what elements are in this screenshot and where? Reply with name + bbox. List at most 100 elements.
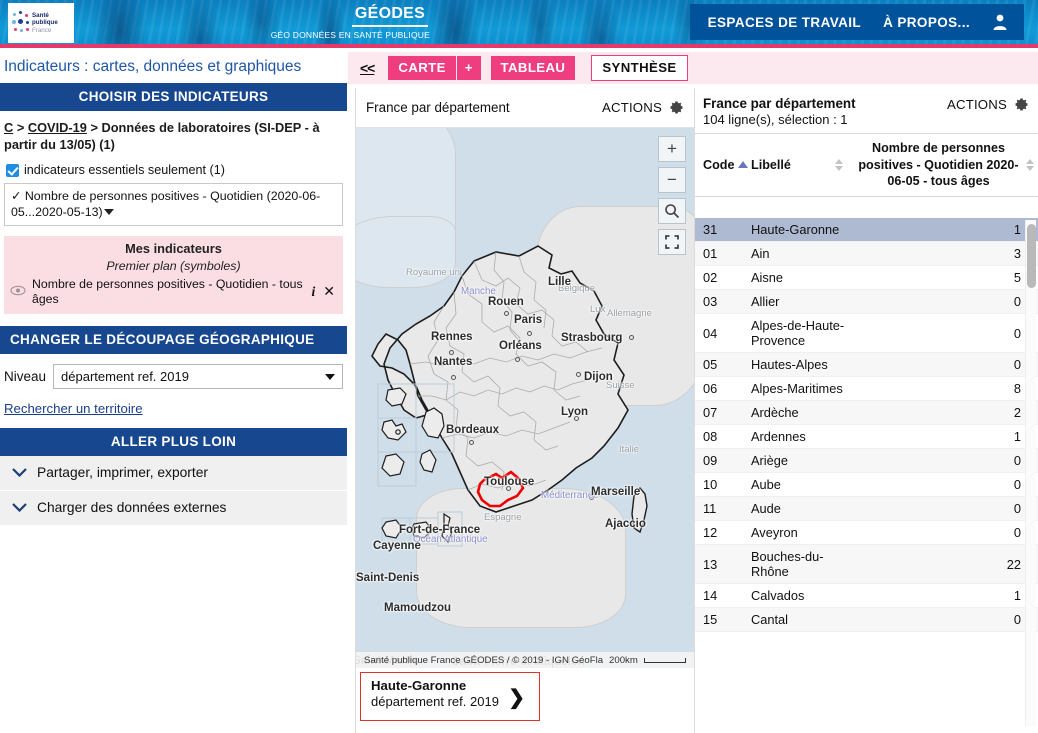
accordion-partager[interactable]: Partager, imprimer, exporter <box>0 456 347 491</box>
eye-icon[interactable] <box>10 283 26 301</box>
tab-group-carte: CARTE + <box>388 56 481 80</box>
table-row[interactable]: 13 Bouches-du-Rhône 22 <box>695 545 1038 584</box>
mes-indicateurs-item[interactable]: Nombre de personnes positives - Quotidie… <box>10 277 337 306</box>
table-body[interactable]: 31 Haute-Garonne 1 01 Ain 3 02 Aisne 5 03 Allier 0 0… <box>695 218 1038 733</box>
map-canvas[interactable]: Royaume uni Manche Belgique Lux Allemagne Sui… <box>356 127 694 668</box>
cell-libelle: Alpes-Maritimes <box>751 381 843 396</box>
overseas-territory-insets[interactable] <box>356 378 476 668</box>
column-header-libelle[interactable]: Libellé <box>751 158 851 172</box>
cell-code: 05 <box>703 357 718 372</box>
map-label-paris: Paris <box>514 314 543 326</box>
table-scrollbar[interactable] <box>1025 220 1036 726</box>
brand-title: GÉODES <box>352 5 428 27</box>
column-header-code[interactable]: Code <box>695 158 751 172</box>
info-icon[interactable]: i <box>312 284 316 300</box>
checkbox-checked-icon[interactable] <box>6 163 19 177</box>
essential-indicators-checkbox-row[interactable]: indicateurs essentiels seulement (1) <box>0 155 347 183</box>
table-panel: France par département 104 ligne(s), sél… <box>694 88 1038 733</box>
gear-icon[interactable] <box>668 99 685 116</box>
cell-code: 09 <box>703 453 718 468</box>
table-row[interactable]: 03 Allier 0 <box>695 290 1038 314</box>
table-panel-titles: France par département 104 ligne(s), sél… <box>703 96 856 127</box>
table-row[interactable]: 02 Aisne 5 <box>695 266 1038 290</box>
brand[interactable]: GÉODES <box>352 5 428 27</box>
chevron-right-icon[interactable]: ❯ <box>508 685 525 710</box>
map-label-lille: Lille <box>548 276 572 288</box>
map-label-dijon: Dijon <box>584 371 613 383</box>
map-search-button[interactable] <box>658 198 686 224</box>
table-row[interactable]: 09 Ariège 0 <box>695 449 1038 473</box>
table-row[interactable]: 06 Alpes-Maritimes 8 <box>695 377 1038 401</box>
mes-indicateurs-title: Mes indicateurs <box>125 241 222 256</box>
indicator-dropdown[interactable]: ✓ Nombre de personnes positives - Quotid… <box>4 183 343 226</box>
rechercher-territoire-link[interactable]: Rechercher un territoire <box>4 401 143 416</box>
table-row[interactable]: 31 Haute-Garonne 1 <box>695 218 1038 242</box>
map-label-rouen: Rouen <box>488 296 524 308</box>
cell-code: 10 <box>703 477 718 492</box>
person-icon[interactable] <box>992 13 1008 31</box>
table-row[interactable]: 07 Ardèche 2 <box>695 401 1038 425</box>
sort-ascending-icon[interactable] <box>738 161 749 169</box>
breadcrumb-covid19[interactable]: COVID-19 <box>28 120 87 135</box>
nav-espaces-de-travail[interactable]: ESPACES DE TRAVAIL <box>708 15 861 30</box>
chevron-down-icon[interactable] <box>103 209 114 216</box>
page-title: Indicateurs : cartes, données et graphiq… <box>4 58 302 75</box>
nav-a-propos[interactable]: À PROPOS... <box>883 15 970 30</box>
table-row[interactable]: 01 Ain 3 <box>695 242 1038 266</box>
breadcrumb: C > COVID-19 > Données de laboratoires (… <box>0 111 347 155</box>
table-row[interactable]: 04 Alpes-de-Haute-Provence 0 <box>695 314 1038 353</box>
close-icon[interactable]: ✕ <box>323 283 335 300</box>
cell-value: 0 <box>1013 501 1021 516</box>
city-dot-rouen <box>504 311 509 316</box>
rechercher-territoire-row: Rechercher un territoire <box>0 389 347 416</box>
niveau-label: Niveau <box>4 369 47 384</box>
niveau-select[interactable]: département ref. 2019 <box>53 364 343 389</box>
map-actions-button[interactable]: ACTIONS <box>602 99 685 116</box>
cell-code: 04 <box>703 325 718 341</box>
essential-indicators-label: indicateurs essentiels seulement (1) <box>24 163 225 177</box>
mes-indicateurs-item-label: Nombre de personnes positives - Quotidie… <box>32 277 303 306</box>
cell-value: 1 <box>1013 588 1021 603</box>
section-header-choisir-indicateurs[interactable]: CHOISIR DES INDICATEURS <box>0 83 347 111</box>
gear-icon[interactable] <box>1013 96 1030 113</box>
map-label-royaume-uni: Royaume uni <box>406 267 462 278</box>
table-row[interactable]: 08 Ardennes 1 <box>695 425 1038 449</box>
map-label-strasbourg: Strasbourg <box>561 332 623 344</box>
sort-icon[interactable] <box>835 158 843 171</box>
cell-value: 0 <box>1013 477 1021 492</box>
section-header-changer-decoupage[interactable]: CHANGER LE DÉCOUPAGE GÉOGRAPHIQUE <box>0 326 347 354</box>
cell-code: 08 <box>703 429 718 444</box>
map-panel-header: France par département ACTIONS <box>356 88 693 127</box>
table-row[interactable]: 11 Aude 0 <box>695 497 1038 521</box>
table-row[interactable]: 15 Cantal 0 <box>695 608 1038 632</box>
table-actions-label: ACTIONS <box>946 97 1007 112</box>
selection-info-box[interactable]: Haute-Garonne département ref. 2019 ❯ <box>360 672 540 721</box>
tab-synthese[interactable]: SYNTHÈSE <box>591 55 688 81</box>
logo[interactable]: Santé publique France <box>8 3 74 43</box>
city-dot-dijon <box>576 372 581 377</box>
breadcrumb-root[interactable]: C <box>4 120 13 135</box>
table-row[interactable]: 14 Calvados 1 <box>695 584 1038 608</box>
table-row[interactable]: 10 Aube 0 <box>695 473 1038 497</box>
accordion-charger[interactable]: Charger des données externes <box>0 491 347 526</box>
map-label-toulouse: Toulouse <box>484 476 535 488</box>
cell-value: 0 <box>1013 525 1021 540</box>
collapse-sidebar-button[interactable]: << <box>356 60 378 76</box>
view-toolbar: << CARTE + TABLEAU SYNTHÈSE <box>348 52 1038 84</box>
table-actions-button[interactable]: ACTIONS <box>947 96 1030 113</box>
table-row[interactable]: 12 Aveyron 0 <box>695 521 1038 545</box>
zoom-out-button[interactable]: − <box>658 167 686 193</box>
tab-carte[interactable]: CARTE <box>388 56 456 80</box>
tab-carte-add-button[interactable]: + <box>456 56 481 80</box>
table-row[interactable]: 05 Hautes-Alpes 0 <box>695 353 1038 377</box>
table-scrollbar-thumb[interactable] <box>1027 224 1036 288</box>
cell-value: 3 <box>1013 246 1021 261</box>
section-header-aller-plus-loin[interactable]: ALLER PLUS LOIN <box>0 428 347 456</box>
tab-tableau[interactable]: TABLEAU <box>490 56 576 80</box>
cell-value: 5 <box>1013 270 1021 285</box>
column-header-value[interactable]: Nombre de personnes positives - Quotidie… <box>851 140 1038 190</box>
fullscreen-button[interactable] <box>658 229 686 255</box>
header-nav: ESPACES DE TRAVAIL À PROPOS... <box>689 4 1024 40</box>
sort-icon[interactable] <box>1026 158 1034 171</box>
zoom-in-button[interactable]: + <box>658 136 686 162</box>
